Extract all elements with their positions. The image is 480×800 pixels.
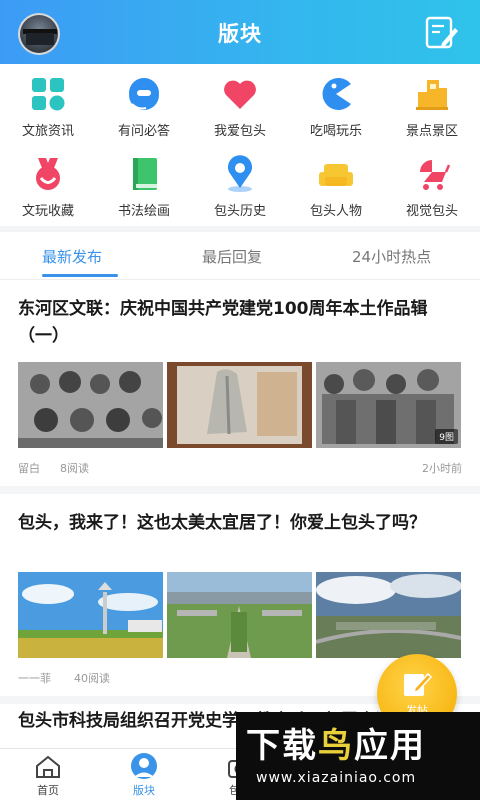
- category-item[interactable]: 文旅资讯: [0, 64, 96, 144]
- heart-icon: [224, 80, 256, 109]
- active-tab-indicator: [42, 274, 118, 277]
- post-image[interactable]: [18, 362, 163, 448]
- watermark-brand-part: 鸟: [318, 726, 354, 766]
- image-count-badge: 9图: [435, 429, 458, 444]
- category-item[interactable]: 包头历史: [192, 144, 288, 224]
- post-read-count: 8阅读: [60, 462, 89, 475]
- category-grid: 文旅资讯 有问必答 我爱包头 吃喝玩乐 景点景区 文玩收藏 书法绘画 包头历史 …: [0, 64, 480, 224]
- post-title[interactable]: 包头，我来了！这也太美太宜居了！你爱上包头了吗？: [18, 510, 462, 537]
- category-label: 我爱包头: [213, 124, 266, 139]
- category-label: 文旅资讯: [21, 124, 74, 139]
- home-icon: [36, 755, 60, 778]
- top-bar: 版块: [0, 0, 480, 64]
- book-icon: [133, 158, 157, 190]
- watermark-brand: 下载鸟应用: [246, 718, 426, 767]
- post-author[interactable]: 一一菲: [18, 670, 51, 686]
- tab-bar: 最新发布 最后回复 24小时热点: [0, 232, 480, 280]
- category-label: 景点景区: [405, 124, 458, 139]
- category-item[interactable]: 书法绘画: [96, 144, 192, 224]
- post-images: 9图: [18, 362, 462, 448]
- nav-label: 版块: [133, 784, 155, 797]
- category-item[interactable]: 有问必答: [96, 64, 192, 144]
- category-label: 视觉包头: [405, 204, 458, 219]
- post-card[interactable]: 东河区文联：庆祝中国共产党建党100周年本土作品辑（一） 9图 留白 8阅读 2…: [0, 282, 480, 482]
- forum-icon: [131, 753, 157, 779]
- category-label: 包头历史: [213, 204, 266, 219]
- post-images: [18, 572, 462, 658]
- grid-icon: [32, 78, 65, 111]
- pacman-icon: [322, 78, 351, 110]
- watermark-brand-part: 下载: [246, 726, 318, 766]
- tab-24h-hot[interactable]: 24小时热点: [352, 246, 431, 267]
- nav-label: 首页: [37, 784, 59, 797]
- category-item[interactable]: 包头人物: [288, 144, 384, 224]
- post-image[interactable]: [167, 362, 312, 448]
- post-title[interactable]: 东河区文联：庆祝中国共产党建党100周年本土作品辑（一）: [18, 296, 462, 350]
- tab-last-reply[interactable]: 最后回复: [202, 246, 262, 267]
- category-label: 包头人物: [309, 204, 362, 219]
- category-item[interactable]: 景点景区: [384, 64, 480, 144]
- watermark-brand-part: 应用: [354, 726, 426, 766]
- sofa-icon: [319, 164, 353, 186]
- category-item[interactable]: 文玩收藏: [0, 144, 96, 224]
- post-divider: [0, 486, 480, 494]
- post-author[interactable]: 留白: [18, 460, 40, 476]
- category-label: 书法绘画: [117, 204, 170, 219]
- post-image[interactable]: [167, 572, 312, 658]
- post-time: 2小时前: [422, 462, 462, 475]
- compose-icon[interactable]: [424, 16, 460, 50]
- building-icon: [416, 80, 448, 110]
- category-item[interactable]: 吃喝玩乐: [288, 64, 384, 144]
- headset-icon: [129, 78, 159, 110]
- watermark-url: www.xiazainiao.com: [256, 770, 417, 786]
- stroller-icon: [420, 160, 451, 190]
- post-image[interactable]: [316, 572, 461, 658]
- watermark: 下载鸟应用 www.xiazainiao.com: [236, 712, 480, 800]
- location-pin-icon: [228, 155, 252, 192]
- nav-forum[interactable]: 版块: [96, 749, 192, 800]
- category-item[interactable]: 我爱包头: [192, 64, 288, 144]
- compose-icon: [404, 672, 433, 696]
- category-label: 吃喝玩乐: [309, 124, 362, 139]
- category-label: 文玩收藏: [21, 204, 74, 219]
- page-title: 版块: [218, 22, 262, 46]
- nav-home[interactable]: 首页: [0, 749, 96, 800]
- post-image[interactable]: [18, 572, 163, 658]
- category-label: 有问必答: [117, 124, 170, 139]
- tab-latest[interactable]: 最新发布: [42, 246, 102, 267]
- post-read-count: 40阅读: [74, 672, 110, 685]
- medal-icon: [36, 158, 60, 190]
- category-item[interactable]: 视觉包头: [384, 144, 480, 224]
